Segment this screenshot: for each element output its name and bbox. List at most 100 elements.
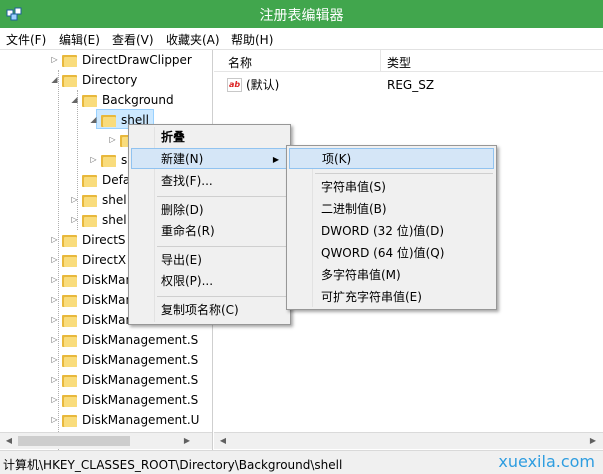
menu-item-label: 新建(N)	[161, 152, 204, 166]
collapsed-arrow-icon[interactable]: ▷	[108, 130, 117, 150]
submenu-item-multi-string-value[interactable]: 多字符串值(M)	[289, 265, 494, 286]
submenu-arrow-icon: ▶	[272, 155, 279, 164]
tree-item[interactable]: ▷ DiskManagement.S	[0, 370, 212, 390]
menu-item-copy-key-name[interactable]: 复制项名称(C)	[131, 300, 288, 321]
menu-item-label: DWORD (32 位)值(D)	[321, 224, 444, 238]
tree-item-label: Directory	[82, 73, 138, 87]
tree-item-label: DirectX	[82, 253, 127, 267]
menu-item-collapse[interactable]: 折叠	[131, 127, 288, 148]
folder-icon	[62, 413, 77, 427]
registry-path: 计算机\HKEY_CLASSES_ROOT\Directory\Backgrou…	[3, 458, 343, 472]
menu-item-rename[interactable]: 重命名(R)	[131, 221, 288, 242]
tree-item-label: DiskMan	[82, 313, 134, 327]
collapsed-arrow-icon[interactable]: ▷	[50, 290, 59, 310]
collapsed-arrow-icon[interactable]: ▷	[50, 250, 59, 270]
value-type: REG_SZ	[387, 78, 435, 92]
menu-item-new[interactable]: 新建(N) ▶	[131, 148, 288, 169]
menu-item-label: 项(K)	[322, 152, 352, 166]
tree-item[interactable]: ◢ Background	[0, 90, 212, 110]
collapsed-arrow-icon[interactable]: ▷	[50, 330, 59, 350]
menu-item-label: 导出(E)	[161, 253, 202, 267]
tree-item[interactable]: ◢ Directory	[0, 70, 212, 90]
menu-separator	[157, 296, 287, 297]
collapsed-arrow-icon[interactable]: ▷	[50, 270, 59, 290]
scroll-left-icon[interactable]: ◀	[2, 435, 16, 447]
expanded-arrow-icon[interactable]: ◢	[89, 110, 98, 130]
collapsed-arrow-icon[interactable]: ▷	[70, 210, 79, 230]
menu-item-permissions[interactable]: 权限(P)...	[131, 271, 288, 292]
submenu-item-expandable-string-value[interactable]: 可扩充字符串值(E)	[289, 287, 494, 308]
folder-icon	[62, 273, 77, 287]
value-name: (默认)	[246, 78, 280, 92]
folder-icon	[62, 293, 77, 307]
tree-item-label: s	[121, 153, 128, 167]
tree-item-label: DiskMan	[82, 293, 134, 307]
collapsed-arrow-icon[interactable]: ▷	[50, 310, 59, 330]
collapsed-arrow-icon[interactable]: ▷	[50, 50, 59, 70]
folder-icon	[101, 113, 116, 127]
collapsed-arrow-icon[interactable]: ▷	[50, 350, 59, 370]
context-menu: 折叠 新建(N) ▶ 查找(F)... 删除(D) 重命名(R) 导出(E) 权限…	[128, 124, 291, 325]
collapsed-arrow-icon[interactable]: ▷	[50, 230, 59, 250]
column-type-header[interactable]: 类型	[387, 54, 411, 71]
tree-item[interactable]: ▷ DiskManagement.S	[0, 330, 212, 350]
title-bar: 注册表编辑器	[0, 0, 603, 28]
tree-item-label: DiskManagement.S	[82, 353, 199, 367]
menu-view[interactable]: 查看(V)	[112, 31, 154, 48]
tree-item-label: DiskManagement.S	[82, 373, 199, 387]
tree-item[interactable]: ▷ DiskManagement.S	[0, 350, 212, 370]
column-name-header[interactable]: 名称	[228, 54, 252, 71]
list-item[interactable]: ab (默认) REG_SZ	[214, 75, 603, 95]
submenu-item-qword-value[interactable]: QWORD (64 位)值(Q)	[289, 243, 494, 264]
expanded-arrow-icon[interactable]: ◢	[70, 90, 79, 110]
menu-bar: 文件(F) 编辑(E) 查看(V) 收藏夹(A) 帮助(H)	[0, 28, 603, 50]
new-submenu: 项(K) 字符串值(S) 二进制值(B) DWORD (32 位)值(D) QW…	[286, 145, 497, 310]
expanded-arrow-icon[interactable]: ◢	[50, 70, 59, 90]
menu-item-label: 重命名(R)	[161, 224, 215, 238]
tree-item[interactable]: ▷ DirectDrawClipper	[0, 50, 212, 70]
string-value-icon: ab	[227, 78, 242, 92]
collapsed-arrow-icon[interactable]: ▷	[89, 150, 98, 170]
scroll-left-icon[interactable]: ◀	[216, 435, 230, 447]
tree-item-label: DiskManagement.S	[82, 333, 199, 347]
menu-favorites[interactable]: 收藏夹(A)	[166, 31, 220, 48]
menu-item-delete[interactable]: 删除(D)	[131, 200, 288, 221]
menu-edit[interactable]: 编辑(E)	[59, 31, 100, 48]
folder-icon	[101, 153, 116, 167]
tree-item-label: Defa	[102, 173, 131, 187]
scroll-right-icon[interactable]: ▶	[180, 435, 194, 447]
submenu-item-dword-value[interactable]: DWORD (32 位)值(D)	[289, 221, 494, 242]
tree-horizontal-scrollbar[interactable]: ◀ ▶	[0, 432, 212, 449]
window-title: 注册表编辑器	[259, 8, 344, 24]
collapsed-arrow-icon[interactable]: ▷	[50, 390, 59, 410]
menu-separator	[157, 246, 287, 247]
menu-item-label: 折叠	[161, 130, 186, 144]
submenu-item-string-value[interactable]: 字符串值(S)	[289, 177, 494, 198]
folder-icon	[62, 53, 77, 67]
scroll-right-icon[interactable]: ▶	[586, 435, 600, 447]
folder-icon	[62, 313, 77, 327]
menu-separator	[157, 196, 287, 197]
tree-item[interactable]: ▷ DiskManagement.U	[0, 410, 212, 430]
scrollbar-thumb[interactable]	[18, 436, 130, 446]
menu-item-label: QWORD (64 位)值(Q)	[321, 246, 445, 260]
tree-item[interactable]: ▷ DiskManagement.S	[0, 390, 212, 410]
submenu-item-key[interactable]: 项(K)	[289, 148, 494, 169]
column-divider[interactable]	[380, 50, 381, 72]
folder-icon	[62, 393, 77, 407]
menu-item-find[interactable]: 查找(F)...	[131, 171, 288, 192]
folder-icon	[82, 93, 97, 107]
list-horizontal-scrollbar[interactable]: ◀ ▶	[214, 432, 603, 449]
menu-item-label: 复制项名称(C)	[161, 303, 239, 317]
menu-help[interactable]: 帮助(H)	[231, 31, 273, 48]
menu-item-label: 二进制值(B)	[321, 202, 387, 216]
collapsed-arrow-icon[interactable]: ▷	[50, 410, 59, 430]
menu-file[interactable]: 文件(F)	[6, 31, 46, 48]
menu-item-label: 权限(P)...	[161, 274, 214, 288]
submenu-item-binary-value[interactable]: 二进制值(B)	[289, 199, 494, 220]
collapsed-arrow-icon[interactable]: ▷	[70, 190, 79, 210]
folder-icon	[82, 213, 97, 227]
menu-separator	[315, 173, 493, 174]
menu-item-export[interactable]: 导出(E)	[131, 250, 288, 271]
collapsed-arrow-icon[interactable]: ▷	[50, 370, 59, 390]
